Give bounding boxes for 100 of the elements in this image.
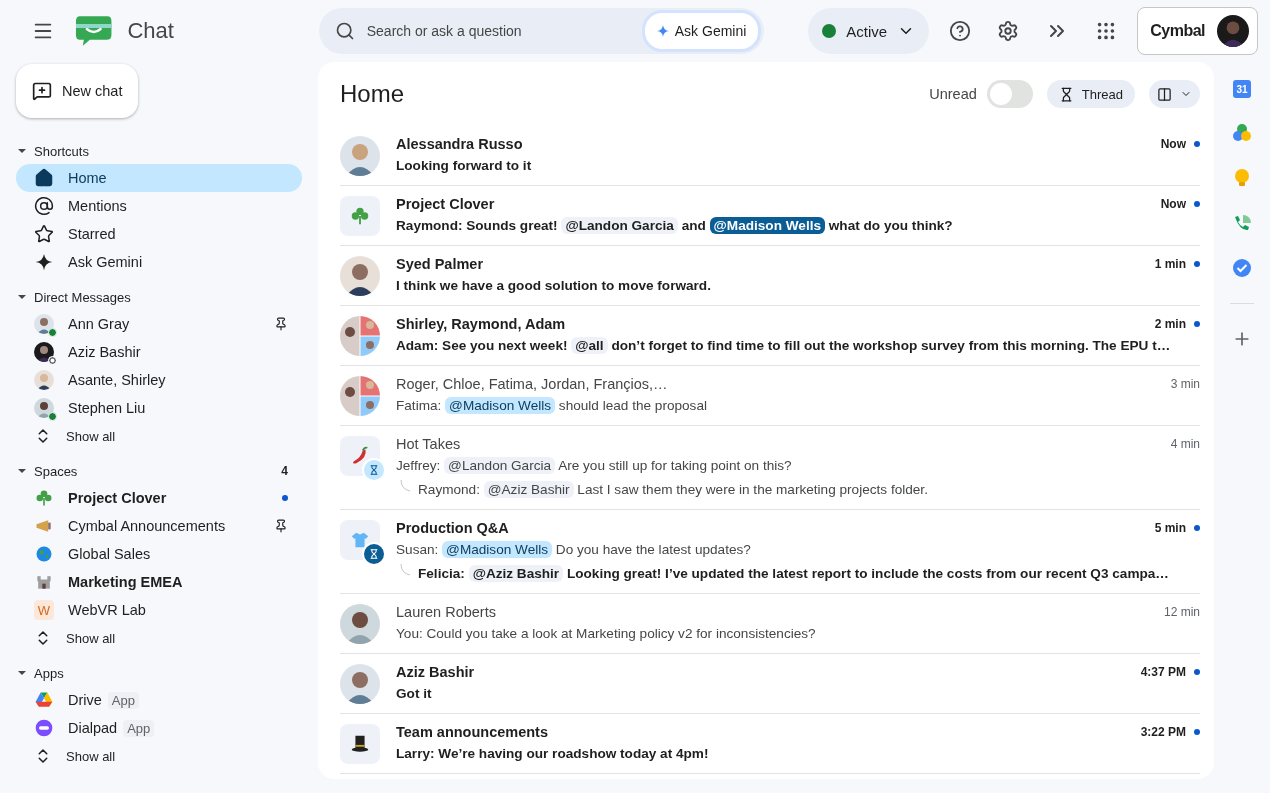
status-button[interactable]: Active	[808, 8, 930, 54]
account-button[interactable]: Cymbal	[1137, 7, 1258, 55]
item-label: Mentions	[68, 198, 127, 214]
message-text: Fatima: @Madison Wells should lead the proposal	[396, 396, 707, 416]
message-text: Looking forward to it	[396, 157, 532, 175]
mention-chip[interactable]: @Madison Wells	[442, 541, 553, 558]
layout-button[interactable]	[1149, 80, 1200, 108]
section-header[interactable]: Direct Messages	[16, 284, 302, 310]
sidebar-item[interactable]: Drive App	[16, 686, 302, 714]
item-label: Stephen Liu	[68, 400, 146, 416]
mention-chip[interactable]: @Aziz Bashir	[468, 565, 564, 582]
section-header[interactable]: Shortcuts	[16, 138, 302, 164]
item-label: Asante, Shirley	[68, 372, 166, 388]
timestamp: 3:22 PM	[1140, 725, 1186, 739]
message-text: Adam: See you next week! @all don’t forget to find time to fill out the workshop survey from this morning. The EPU t…	[396, 336, 1171, 356]
sidebar-item[interactable]: Home	[16, 164, 302, 192]
sidebar-item[interactable]: Dialpad App	[16, 714, 302, 742]
conversation-row[interactable]: Alessandra Russo Now Looking forward to it	[340, 126, 1200, 186]
unread-toggle[interactable]	[986, 80, 1033, 108]
conversation-row[interactable]: Aziz Bashir 4:37 PM Got it	[340, 654, 1200, 714]
pill-circle-icon	[34, 718, 54, 738]
sidebar-item[interactable]: Show all	[16, 742, 302, 770]
message-text: Jeffrey: @Landon Garcia Are you still up for taking point on this?	[396, 456, 792, 476]
conversation-name: Production Q&A	[396, 520, 510, 536]
section-header[interactable]: Apps	[16, 660, 302, 686]
mention-chip[interactable]: @Madison Wells	[445, 397, 556, 414]
mention-chip[interactable]: @Aziz Bashir	[483, 481, 574, 498]
sidebar-item[interactable]: Ann Gray	[16, 310, 302, 338]
conversation-name: Project Clover	[396, 196, 496, 212]
sidebar-item[interactable]: W WebVR Lab	[16, 596, 302, 624]
reply-text: Felicia: @Aziz Bashir Looking great! I’ve updated the latest report to include the costs from our recent Q3 campa…	[418, 564, 1169, 584]
sidebar-item[interactable]: Aziz Bashir	[16, 338, 302, 366]
show-all-link[interactable]: Show all	[66, 630, 116, 646]
app-tag: App	[107, 691, 139, 709]
columns-icon	[1157, 86, 1172, 102]
item-label: Dialpad	[68, 720, 118, 736]
app-name: Chat	[127, 18, 175, 44]
timestamp: 4:37 PM	[1140, 665, 1186, 679]
mention-chip[interactable]: @Landon Garcia	[444, 457, 556, 474]
conversation-name: Syed Palmer	[396, 256, 485, 272]
timestamp: 1 min	[1154, 257, 1186, 271]
item-label: Ask Gemini	[68, 254, 143, 270]
phone-icon[interactable]	[1232, 213, 1252, 233]
mention-chip[interactable]: @Landon Garcia	[561, 217, 678, 234]
conversation-name: Shirley, Raymond, Adam	[396, 316, 567, 332]
settings-icon	[997, 20, 1020, 42]
sidebar-item[interactable]: Global Sales	[16, 540, 302, 568]
sidebar-item[interactable]: Cymbal Announcements	[16, 512, 302, 540]
item-label: Home	[68, 170, 107, 186]
star-icon	[34, 224, 54, 244]
conversation-row[interactable]: Syed Palmer 1 min I think we have a good solution to move forward.	[340, 246, 1200, 306]
check-circle-icon[interactable]	[1232, 258, 1252, 278]
conversation-name: Hot Takes	[396, 436, 462, 452]
show-all-link[interactable]: Show all	[66, 748, 116, 764]
conversation-row[interactable]: Lauren Roberts 12 min You: Could you take a look at Marketing policy v2 for inconsistencies?	[340, 594, 1200, 654]
mention-chip[interactable]: @Madison Wells	[709, 217, 825, 234]
search-field[interactable]: Search or ask a question Ask Gemini	[318, 8, 765, 54]
reply-curve-icon	[400, 564, 410, 576]
drive-triangle-icon	[34, 690, 54, 710]
sidebar-item[interactable]: Ask Gemini	[16, 248, 302, 276]
sidebar-item[interactable]: Starred	[16, 220, 302, 248]
count: 4	[281, 464, 288, 478]
section-header[interactable]: Spaces 4	[16, 458, 302, 484]
conversation-row[interactable]: Project Clover Now Raymond: Sounds great! @Landon Garcia and @Madison Wells what do you think?	[340, 186, 1200, 246]
sidebar-item[interactable]: Asante, Shirley	[16, 366, 302, 394]
mention-chip[interactable]: @all	[571, 337, 608, 354]
item-label: Starred	[68, 226, 116, 242]
reply-curve-icon	[400, 480, 410, 492]
conversation-row[interactable]: Team announcements 3:22 PM Larry: We’re having our roadshow today at 4pm!	[340, 714, 1200, 774]
globe-icon	[34, 544, 54, 564]
show-all-link[interactable]: Show all	[66, 428, 116, 444]
new-chat-button[interactable]: New chat	[16, 64, 139, 118]
sidebar-item[interactable]: Project Clover	[16, 484, 302, 512]
timestamp: 3 min	[1170, 377, 1200, 391]
conversation-name: Alessandra Russo	[396, 136, 524, 152]
home-icon	[34, 168, 54, 188]
space-letter: W	[34, 600, 54, 620]
message-text: Got it	[396, 685, 432, 703]
thread-button[interactable]: Thread	[1046, 80, 1135, 108]
conversation-row[interactable]: Roger, Chloe, Fatima, Jordan, Françios,… 3 min Fatima: @Madison Wells should lead the proposal	[340, 366, 1200, 426]
sidebar-item[interactable]: Show all	[16, 624, 302, 652]
message-text: Susan: @Madison Wells Do you have the latest updates?	[396, 540, 751, 560]
sidebar-item[interactable]: Marketing EMEA	[16, 568, 302, 596]
ask-gemini-button[interactable]: Ask Gemini	[641, 10, 762, 52]
timestamp: 12 min	[1163, 605, 1200, 619]
calendar-icon[interactable]: 31	[1233, 80, 1251, 98]
conversation-row[interactable]: Shirley, Raymond, Adam 2 min Adam: See you next week! @all don’t forget to find time to fill out the workshop survey from this morning. The EPU t…	[340, 306, 1200, 366]
item-label: Ann Gray	[68, 316, 130, 332]
help-icon	[949, 20, 972, 42]
at-sign-icon	[34, 196, 54, 216]
message-text: You: Could you take a look at Marketing policy v2 for inconsistencies?	[396, 625, 816, 643]
message-text: Larry: We’re having our roadshow today at 4pm!	[396, 745, 709, 763]
three-dot-icon[interactable]	[1232, 123, 1252, 143]
timestamp: 5 min	[1154, 521, 1186, 535]
item-label: Cymbal Announcements	[68, 518, 226, 534]
sidebar-item[interactable]: Mentions	[16, 192, 302, 220]
sidebar-item[interactable]: Stephen Liu	[16, 394, 302, 422]
sidebar-item[interactable]: Show all	[16, 422, 302, 450]
message-text: Raymond: Sounds great! @Landon Garcia and @Madison Wells what do you think?	[396, 216, 953, 236]
item-label: Marketing EMEA	[68, 574, 183, 590]
